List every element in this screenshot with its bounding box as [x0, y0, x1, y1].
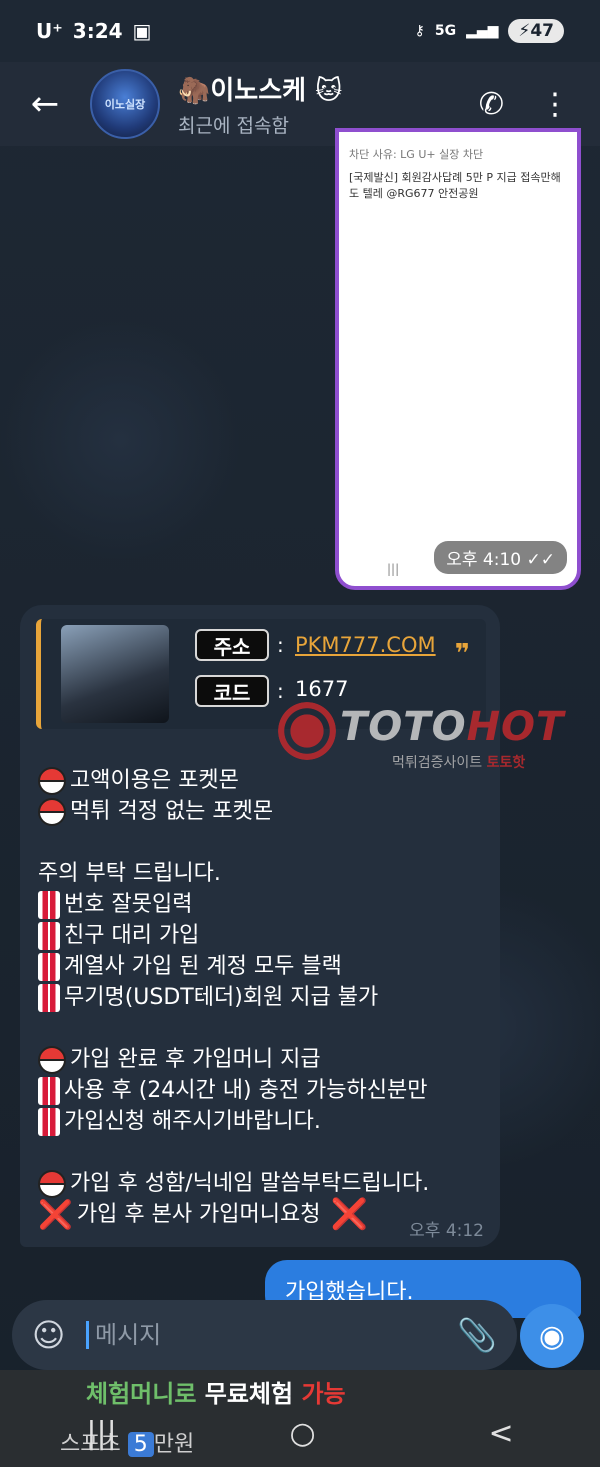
code-badge: 코드	[195, 675, 269, 707]
sticker-icon[interactable]: ☺	[32, 1316, 86, 1354]
image-text-block-sms: [국제발신] 회원감사답례 5만 P 지급 접속만해도 텔레 @RG677 안전…	[349, 171, 561, 200]
message-line: 친구 대리 가입	[38, 920, 498, 951]
message-line: 사용 후 (24시간 내) 충전 가능하신분만	[38, 1075, 498, 1106]
carrier-label: U⁺	[36, 19, 63, 43]
double-exclamation-icon	[38, 952, 60, 981]
system-nav-bar: ||| ○ <	[0, 1400, 600, 1467]
clock: 3:24	[72, 19, 123, 43]
system-back-button[interactable]: <	[488, 1416, 513, 1451]
status-bar: U⁺ 3:24 ▣ ⚷ 5G ▂▄▆ ⚡47	[0, 0, 600, 62]
screenshot-icon: ▣	[132, 19, 152, 43]
pokeball-icon	[38, 797, 66, 826]
arrow-left-icon: ←	[30, 84, 60, 124]
message-line: 먹튀 걱정 없는 포켓몬	[38, 796, 498, 827]
phone-icon[interactable]: ✆	[479, 87, 504, 122]
quote-icon: ❞	[454, 639, 470, 669]
message-timestamp: 오후 4:12	[409, 1221, 484, 1241]
watermark-logo-icon	[278, 702, 336, 760]
message-line-text: 가입신청 해주시기바랍니다.	[64, 1109, 321, 1134]
signal-icon: ▂▄▆	[466, 23, 499, 39]
message-timestamp: 오후 4:10 ✓✓	[434, 541, 567, 574]
attach-icon[interactable]: 📎	[457, 1316, 497, 1354]
watermark-text: TOTOHOT	[340, 704, 565, 750]
message-line: 계열사 가입 된 계정 모두 블랙	[38, 951, 498, 982]
image-message[interactable]: 차단 사유: LG U+ 실장 차단 [국제발신] 회원감사답례 5만 P 지급…	[335, 128, 581, 590]
avatar[interactable]: 이노실장	[90, 69, 160, 139]
double-exclamation-icon	[38, 1076, 60, 1105]
pokeball-icon	[38, 1169, 66, 1198]
message-line: 무기명(USDT테더)회원 지급 불가	[38, 982, 498, 1013]
message-line-text: 먹튀 걱정 없는 포켓몬	[70, 799, 274, 824]
message-line-text: 가입 완료 후 가입머니 지급	[70, 1047, 321, 1072]
double-exclamation-icon	[38, 983, 60, 1012]
message-line-text: 사용 후 (24시간 내) 충전 가능하신분만	[64, 1078, 428, 1103]
cross-mark-icon: ❌	[38, 1197, 73, 1231]
message-line: 번호 잘못입력	[38, 889, 498, 920]
watermark: TOTOHOT 먹튀검증사이트 토토핫	[278, 700, 598, 790]
camera-button[interactable]: ◉	[520, 1304, 584, 1368]
battery-indicator: ⚡47	[508, 19, 564, 43]
double-exclamation-icon	[38, 921, 60, 950]
message-line-text: 가입 후 본사 가입머니요청	[76, 1202, 321, 1227]
message-line: 가입 완료 후 가입머니 지급	[38, 1044, 498, 1075]
preview-character-image	[61, 625, 169, 723]
network-5g-icon: 5G	[434, 23, 457, 39]
site-link[interactable]: PKM777.COM	[295, 633, 436, 657]
last-seen-status: 최근에 접속함	[178, 115, 289, 137]
message-line-text: 계열사 가입 된 계정 모두 블랙	[64, 954, 342, 979]
camera-icon: ◉	[538, 1318, 566, 1354]
message-line-text: 고액이용은 포켓몬	[70, 768, 239, 793]
message-line-text: 친구 대리 가입	[64, 923, 200, 948]
home-button[interactable]: ○	[290, 1416, 316, 1451]
message-line-text: 무기명(USDT테더)회원 지급 불가	[64, 985, 379, 1010]
pokeball-icon	[38, 1045, 66, 1074]
double-exclamation-icon	[38, 890, 60, 919]
back-button[interactable]: ←	[0, 84, 90, 124]
chat-title-block[interactable]: 🦣이노스케 🐱 최근에 접속함	[178, 70, 342, 138]
promo-code: 1677	[295, 677, 349, 701]
message-line-text: 가입 후 성함/닉네임 말씀부탁드립니다.	[70, 1171, 430, 1196]
message-input-bar: ☺ 📎	[12, 1300, 517, 1370]
message-line: 가입신청 해주시기바랍니다.	[38, 1106, 498, 1137]
watermark-subtext: 먹튀검증사이트 토토핫	[392, 755, 526, 771]
pokeball-icon	[38, 766, 66, 795]
message-line: 주의 부탁 드립니다.	[38, 858, 498, 889]
recents-button[interactable]: |||	[86, 1416, 116, 1451]
image-text-block-reason: 차단 사유: LG U+ 실장 차단	[349, 148, 484, 161]
more-menu-icon[interactable]: ⋮	[540, 87, 570, 122]
message-line: 가입 후 성함/닉네임 말씀부탁드립니다.	[38, 1168, 498, 1199]
colon-separator: :	[277, 633, 284, 657]
cross-mark-icon: ❌	[330, 1197, 368, 1232]
message-text: 고액이용은 포켓몬먹튀 걱정 없는 포켓몬주의 부탁 드립니다. 번호 잘못입력친…	[38, 765, 498, 1230]
address-badge: 주소	[195, 629, 269, 661]
image-nav-hint: |||	[387, 562, 400, 576]
avatar-label: 이노실장	[104, 98, 146, 111]
message-line-text: 번호 잘못입력	[64, 892, 193, 917]
message-line-text: 주의 부탁 드립니다.	[38, 861, 221, 886]
key-icon: ⚷	[414, 23, 425, 39]
message-input[interactable]	[86, 1321, 458, 1349]
chat-title: 🦣이노스케 🐱	[178, 76, 343, 106]
double-exclamation-icon	[38, 1107, 60, 1136]
